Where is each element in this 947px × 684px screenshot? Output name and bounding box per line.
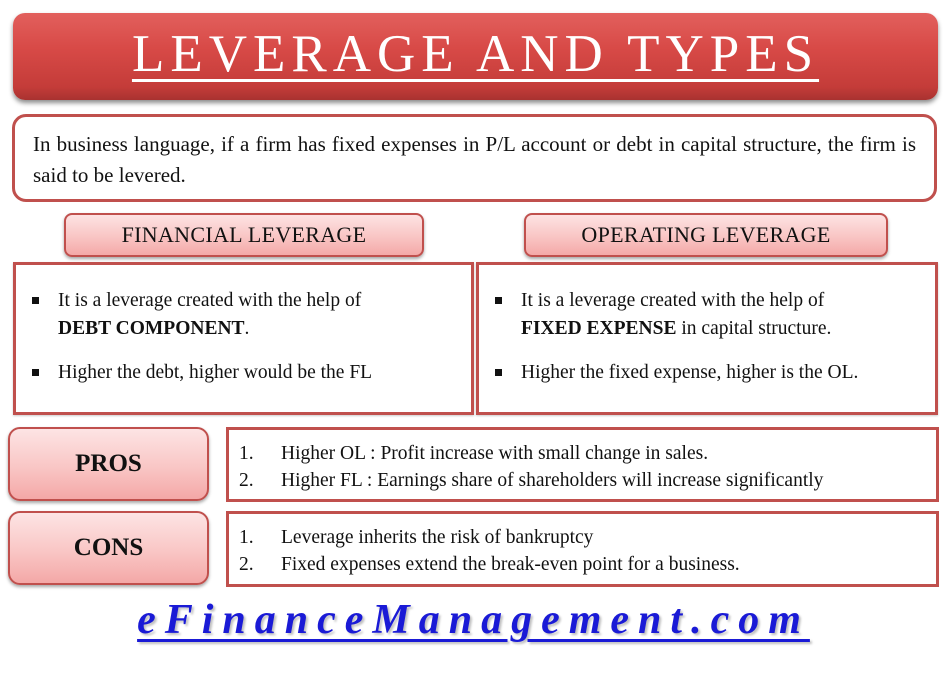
bold-term: DEBT COMPONENT: [58, 318, 245, 339]
bullet-icon: [32, 359, 58, 387]
list-item: Higher the debt, higher would be the FL: [32, 359, 471, 387]
list-item: 1. Leverage inherits the risk of bankrup…: [239, 524, 936, 551]
list-item: 1. Higher OL : Profit increase with smal…: [239, 440, 936, 467]
bullet-text: Higher the fixed expense, higher is the …: [521, 362, 859, 383]
page-title: LEVERAGE AND TYPES: [131, 25, 820, 83]
operating-leverage-title: OPERATING LEVERAGE: [581, 222, 831, 247]
item-text: Leverage inherits the risk of bankruptcy: [281, 527, 594, 548]
item-text: Higher FL : Earnings share of shareholde…: [281, 470, 824, 491]
financial-leverage-header: FINANCIAL LEVERAGE: [64, 213, 424, 257]
cons-label: CONS: [8, 511, 209, 585]
intro-box: In business language, if a firm has fixe…: [12, 114, 937, 202]
list-item: It is a leverage created with the help o…: [32, 287, 471, 343]
bullet-icon: [32, 287, 58, 343]
cons-label-text: CONS: [73, 534, 144, 561]
item-number: 2.: [239, 470, 254, 491]
bold-term: FIXED EXPENSE: [521, 318, 677, 339]
item-number: 1.: [239, 443, 254, 464]
intro-text: In business language, if a firm has fixe…: [33, 132, 916, 187]
footer-website-link[interactable]: eFinanceManagement.com: [0, 596, 947, 644]
list-item: 2. Higher FL : Earnings share of shareho…: [239, 467, 936, 494]
operating-leverage-header: OPERATING LEVERAGE: [524, 213, 888, 257]
item-number: 1.: [239, 527, 254, 548]
bullet-icon: [495, 287, 521, 343]
bullet-text: Higher the debt, higher would be the FL: [58, 362, 373, 383]
item-text: Higher OL : Profit increase with small c…: [281, 443, 709, 464]
list-item: 2. Fixed expenses extend the break-even …: [239, 551, 936, 578]
list-item: It is a leverage created with the help o…: [495, 287, 935, 343]
title-banner: LEVERAGE AND TYPES: [13, 13, 938, 100]
financial-leverage-title: FINANCIAL LEVERAGE: [121, 222, 367, 247]
pros-label: PROS: [8, 427, 209, 501]
pros-box: 1. Higher OL : Profit increase with smal…: [226, 427, 939, 502]
bullet-text: It is a leverage created with the help o…: [521, 290, 832, 339]
item-number: 2.: [239, 554, 254, 575]
cons-box: 1. Leverage inherits the risk of bankrup…: [226, 511, 939, 587]
financial-leverage-box: It is a leverage created with the help o…: [13, 262, 474, 415]
item-text: Fixed expenses extend the break-even poi…: [281, 554, 740, 575]
list-item: Higher the fixed expense, higher is the …: [495, 359, 935, 387]
bullet-icon: [495, 359, 521, 387]
pros-label-text: PROS: [75, 450, 142, 477]
bullet-text: It is a leverage created with the help o…: [58, 290, 362, 339]
operating-leverage-box: It is a leverage created with the help o…: [476, 262, 938, 415]
